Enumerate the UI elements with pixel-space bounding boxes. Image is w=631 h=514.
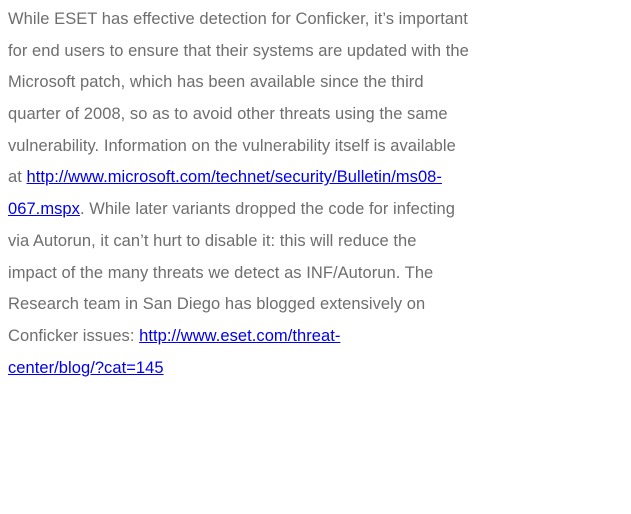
text-line: Microsoft patch, which has been availabl… — [8, 73, 424, 92]
text-line: Conficker issues: http://www.eset.com/th… — [8, 321, 631, 353]
text-line: center/blog/?cat=145 — [8, 353, 631, 385]
text-line: vulnerability. Information on the vulner… — [8, 136, 456, 155]
microsoft-bulletin-link[interactable]: http://www.microsoft.com/technet/securit… — [27, 168, 442, 186]
microsoft-bulletin-link-continuation[interactable]: 067.mspx — [8, 200, 80, 218]
text-line: 067.mspx. While later variants dropped t… — [8, 194, 631, 226]
eset-blog-link-continuation[interactable]: center/blog/?cat=145 — [8, 359, 164, 377]
text-line: quarter of 2008, so as to avoid other th… — [8, 105, 448, 124]
text-fragment: Conficker issues: — [8, 326, 140, 345]
text-line: at http://www.microsoft.com/technet/secu… — [8, 162, 631, 194]
eset-blog-link[interactable]: http://www.eset.com/threat- — [139, 327, 340, 345]
text-line: impact of the many threats we detect as … — [8, 263, 434, 282]
document-page: While ESET has effective detection for C… — [0, 0, 631, 514]
text-line: for end users to ensure that their syste… — [8, 41, 469, 60]
text-fragment: . While later variants dropped the code … — [79, 200, 455, 219]
text-line: Research team in San Diego has blogged e… — [8, 295, 426, 314]
text-fragment: at — [8, 168, 27, 187]
text-line: via Autorun, it can’t hurt to disable it… — [8, 231, 417, 250]
text-line: While ESET has effective detection for C… — [8, 10, 468, 28]
